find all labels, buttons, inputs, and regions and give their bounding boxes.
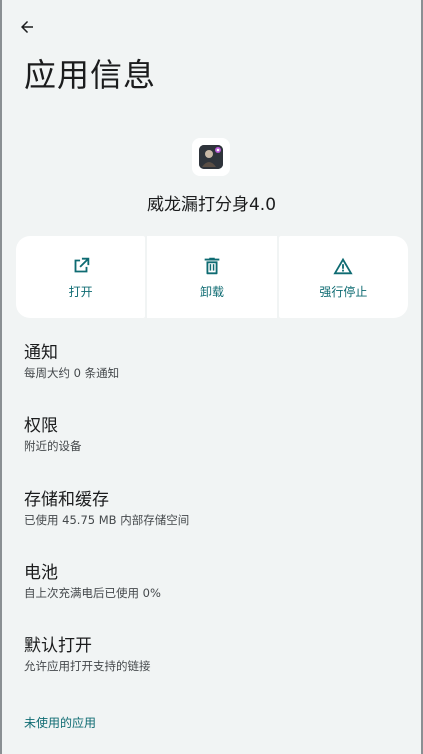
pref-summary: 自上次充满电后已使用 0% [24, 586, 161, 600]
trash-icon [204, 257, 220, 274]
pref-storage-cache[interactable]: 存储和缓存 已使用 45.75 MB 内部存储空间 [24, 489, 404, 528]
pref-battery[interactable]: 电池 自上次充满电后已使用 0% [24, 562, 404, 601]
page-title: 应用信息 [24, 56, 157, 94]
app-icon-image [199, 145, 223, 169]
pref-title: 电池 [24, 563, 58, 583]
open-button[interactable]: 打开 [16, 236, 146, 318]
pref-title: 权限 [24, 416, 58, 436]
app-icon [192, 138, 230, 176]
app-name: 威龙漏打分身4.0 [146, 195, 277, 215]
pref-summary: 附近的设备 [24, 439, 82, 453]
force-stop-button-label: 强行停止 [319, 284, 368, 299]
arrow-left-icon [21, 21, 33, 33]
open-external-icon [74, 257, 89, 272]
pref-permissions[interactable]: 权限 附近的设备 [24, 415, 404, 454]
uninstall-button-label: 卸载 [199, 284, 224, 299]
open-button-label: 打开 [68, 284, 93, 299]
pref-notifications[interactable]: 通知 每周大约 0 条通知 [24, 342, 404, 381]
warning-triangle-icon [333, 257, 353, 274]
pref-summary: 已使用 45.75 MB 内部存储空间 [24, 513, 190, 527]
pref-title: 通知 [24, 343, 58, 363]
window-edge-left [0, 0, 2, 754]
pref-title: 存储和缓存 [24, 490, 109, 510]
pref-summary: 允许应用打开支持的链接 [24, 659, 151, 673]
uninstall-button[interactable]: 卸载 [147, 236, 277, 318]
pref-open-by-default[interactable]: 默认打开 允许应用打开支持的链接 [24, 635, 404, 674]
pref-title: 默认打开 [24, 636, 92, 656]
pref-summary: 每周大约 0 条通知 [24, 366, 120, 380]
unused-apps-link[interactable]: 未使用的应用 [24, 714, 96, 731]
back-button[interactable] [12, 12, 42, 42]
force-stop-button[interactable]: 强行停止 [278, 236, 408, 318]
action-bar: 打开 卸载 强行停止 [16, 236, 408, 318]
